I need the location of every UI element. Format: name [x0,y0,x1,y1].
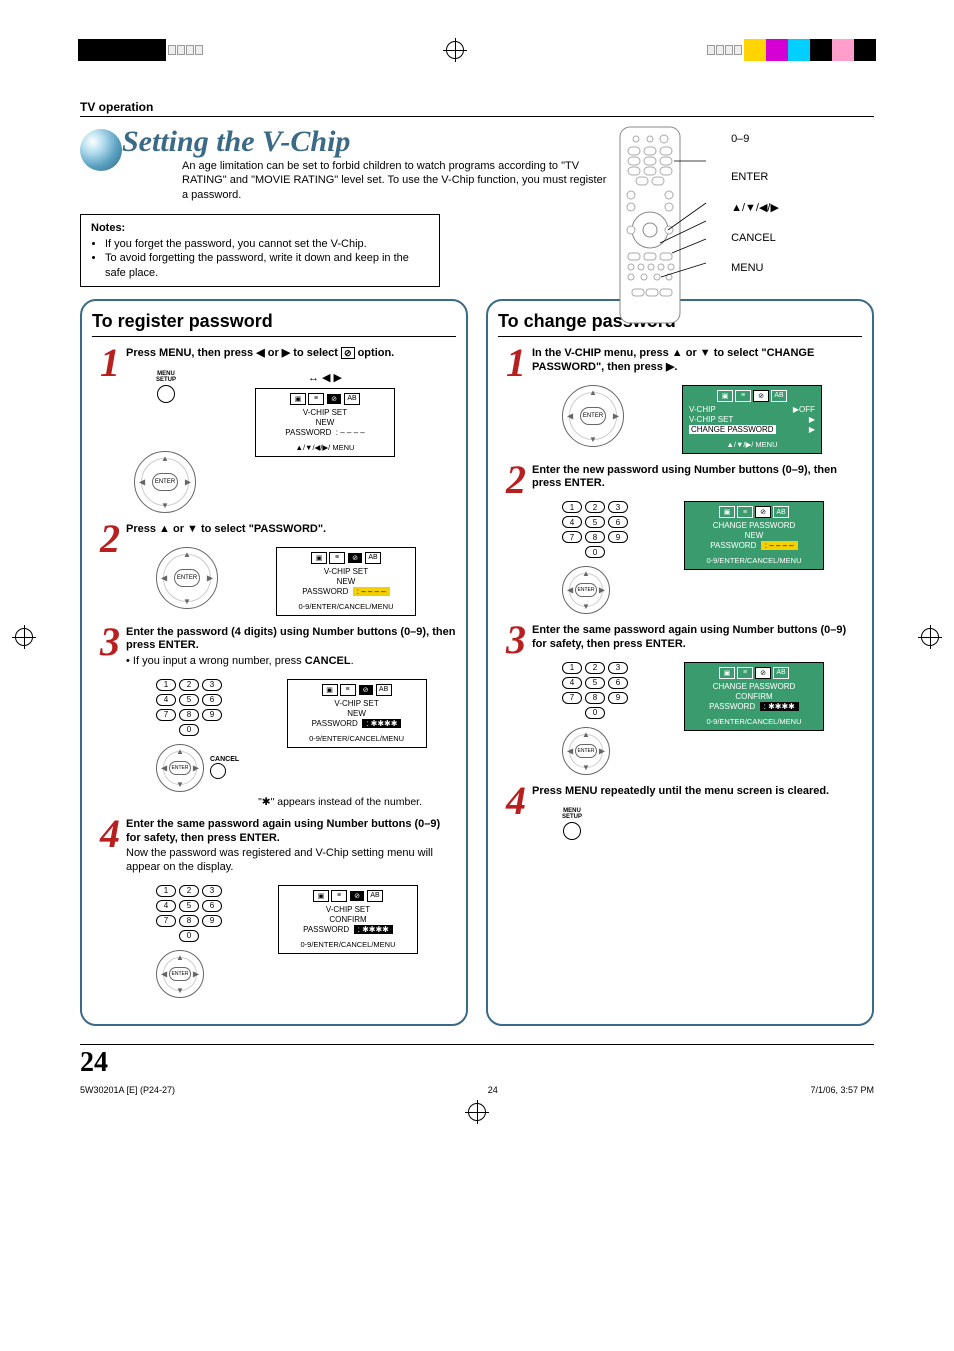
numpad-icon: 123 456 789 0 [156,885,222,942]
step-text: Press ▲ or ▼ to select "PASSWORD". [126,523,456,537]
step-number: 1 [92,347,120,513]
section-header: TV operation [80,100,874,117]
footer-line: 5W30201A [E] (P24-27) 24 7/1/06, 3:57 PM [80,1085,874,1095]
remote-label-numbers: 0–9 [731,133,779,145]
step-number: 4 [92,818,120,998]
menu-button-icon: MENU SETUP [562,808,582,840]
step-text: Enter the password (4 digits) using Numb… [126,626,456,654]
title-decoration [80,129,122,171]
dpad-icon: ENTER ▲▼ ◀▶ [156,547,218,609]
step-text: Enter the new password using Number butt… [532,464,862,492]
osd-screen: ▣≡⊘AB V-CHIP SET NEW PASSWORD : – – – – … [276,547,416,616]
osd-screen: ▣≡⊘AB V-CHIP SET NEW PASSWORD : ✱✱✱✱ 0-9… [287,679,427,748]
numpad-icon: 123 456 789 0 [562,501,628,558]
step-number: 3 [498,624,526,775]
intro-text: An age limitation can be set to forbid c… [182,159,612,202]
bottom-registration-mark [468,1103,486,1121]
step-text: Press MENU, then press ◀ or ▶ to select … [126,347,456,361]
page-number: 24 [80,1044,874,1079]
menu-button-icon: MENU SETUP [156,371,176,403]
numpad-icon: 123 456 789 0 [562,662,628,719]
dpad-icon: ENTER ▲▼ ◀▶ [156,950,204,998]
step-text: In the V-CHIP menu, press ▲ or ▼ to sele… [532,347,862,375]
remote-diagram: 0–9 ENTER ▲/▼/◀/▶ CANCEL MENU [614,125,874,325]
remote-label-enter: ENTER [731,171,779,183]
change-password-panel: To change password 1 In the V-CHIP menu,… [486,299,874,1026]
remote-label-menu: MENU [731,262,779,274]
step-number: 1 [498,347,526,454]
notes-box: Notes: If you forget the password, you c… [80,214,440,287]
register-heading: To register password [92,311,456,337]
step-number: 2 [92,523,120,616]
dpad-icon: ENTER ▲▼ ◀▶ [562,727,610,775]
step-text: Press MENU repeatedly until the menu scr… [532,785,862,799]
step-subtext: • If you input a wrong number, press CAN… [126,655,456,669]
arrow-icon: ↔ ◀ ▶ [194,371,456,384]
cancel-button-icon: CANCEL [210,756,239,779]
osd-screen: ▣≡⊘AB CHANGE PASSWORD CONFIRM PASSWORD :… [684,662,824,731]
dpad-icon: ENTER ▲▼ ◀▶ [562,566,610,614]
dpad-icon: ENTER ▲▼ ◀▶ [134,451,196,513]
note-item: If you forget the password, you cannot s… [105,237,429,251]
step-text: Enter the same password again using Numb… [532,624,862,652]
register-password-panel: To register password 1 Press MENU, then … [80,299,468,1026]
step-number: 2 [498,464,526,615]
step-text: Enter the same password again using Numb… [126,818,456,846]
note-item: To avoid forgetting the password, write … [105,251,429,280]
step-number: 4 [498,785,526,841]
remote-label-cancel: CANCEL [731,232,779,244]
osd-screen: ▣≡⊘AB V-CHIP SET NEW PASSWORD : – – – – … [255,388,395,457]
numpad-icon: 123 456 789 0 [156,679,239,736]
step-number: 3 [92,626,120,808]
remote-label-arrows: ▲/▼/◀/▶ [731,201,779,214]
page-title: Setting the V-Chip [122,125,612,159]
osd-screen: ▣≡⊘AB V-CHIP▶OFF V-CHIP SET▶ CHANGE PASS… [682,385,822,454]
dpad-icon: ENTER ▲▼ ◀▶ [156,744,204,792]
osd-screen: ▣≡⊘AB CHANGE PASSWORD NEW PASSWORD : – –… [684,501,824,570]
dpad-icon: ENTER ▲▼ ◀▶ [562,385,624,447]
step-subtext: Now the password was registered and V-Ch… [126,847,456,875]
step-note: "✱" appears instead of the number. [126,796,422,808]
osd-screen: ▣≡⊘AB V-CHIP SET CONFIRM PASSWORD : ✱✱✱✱… [278,885,418,954]
